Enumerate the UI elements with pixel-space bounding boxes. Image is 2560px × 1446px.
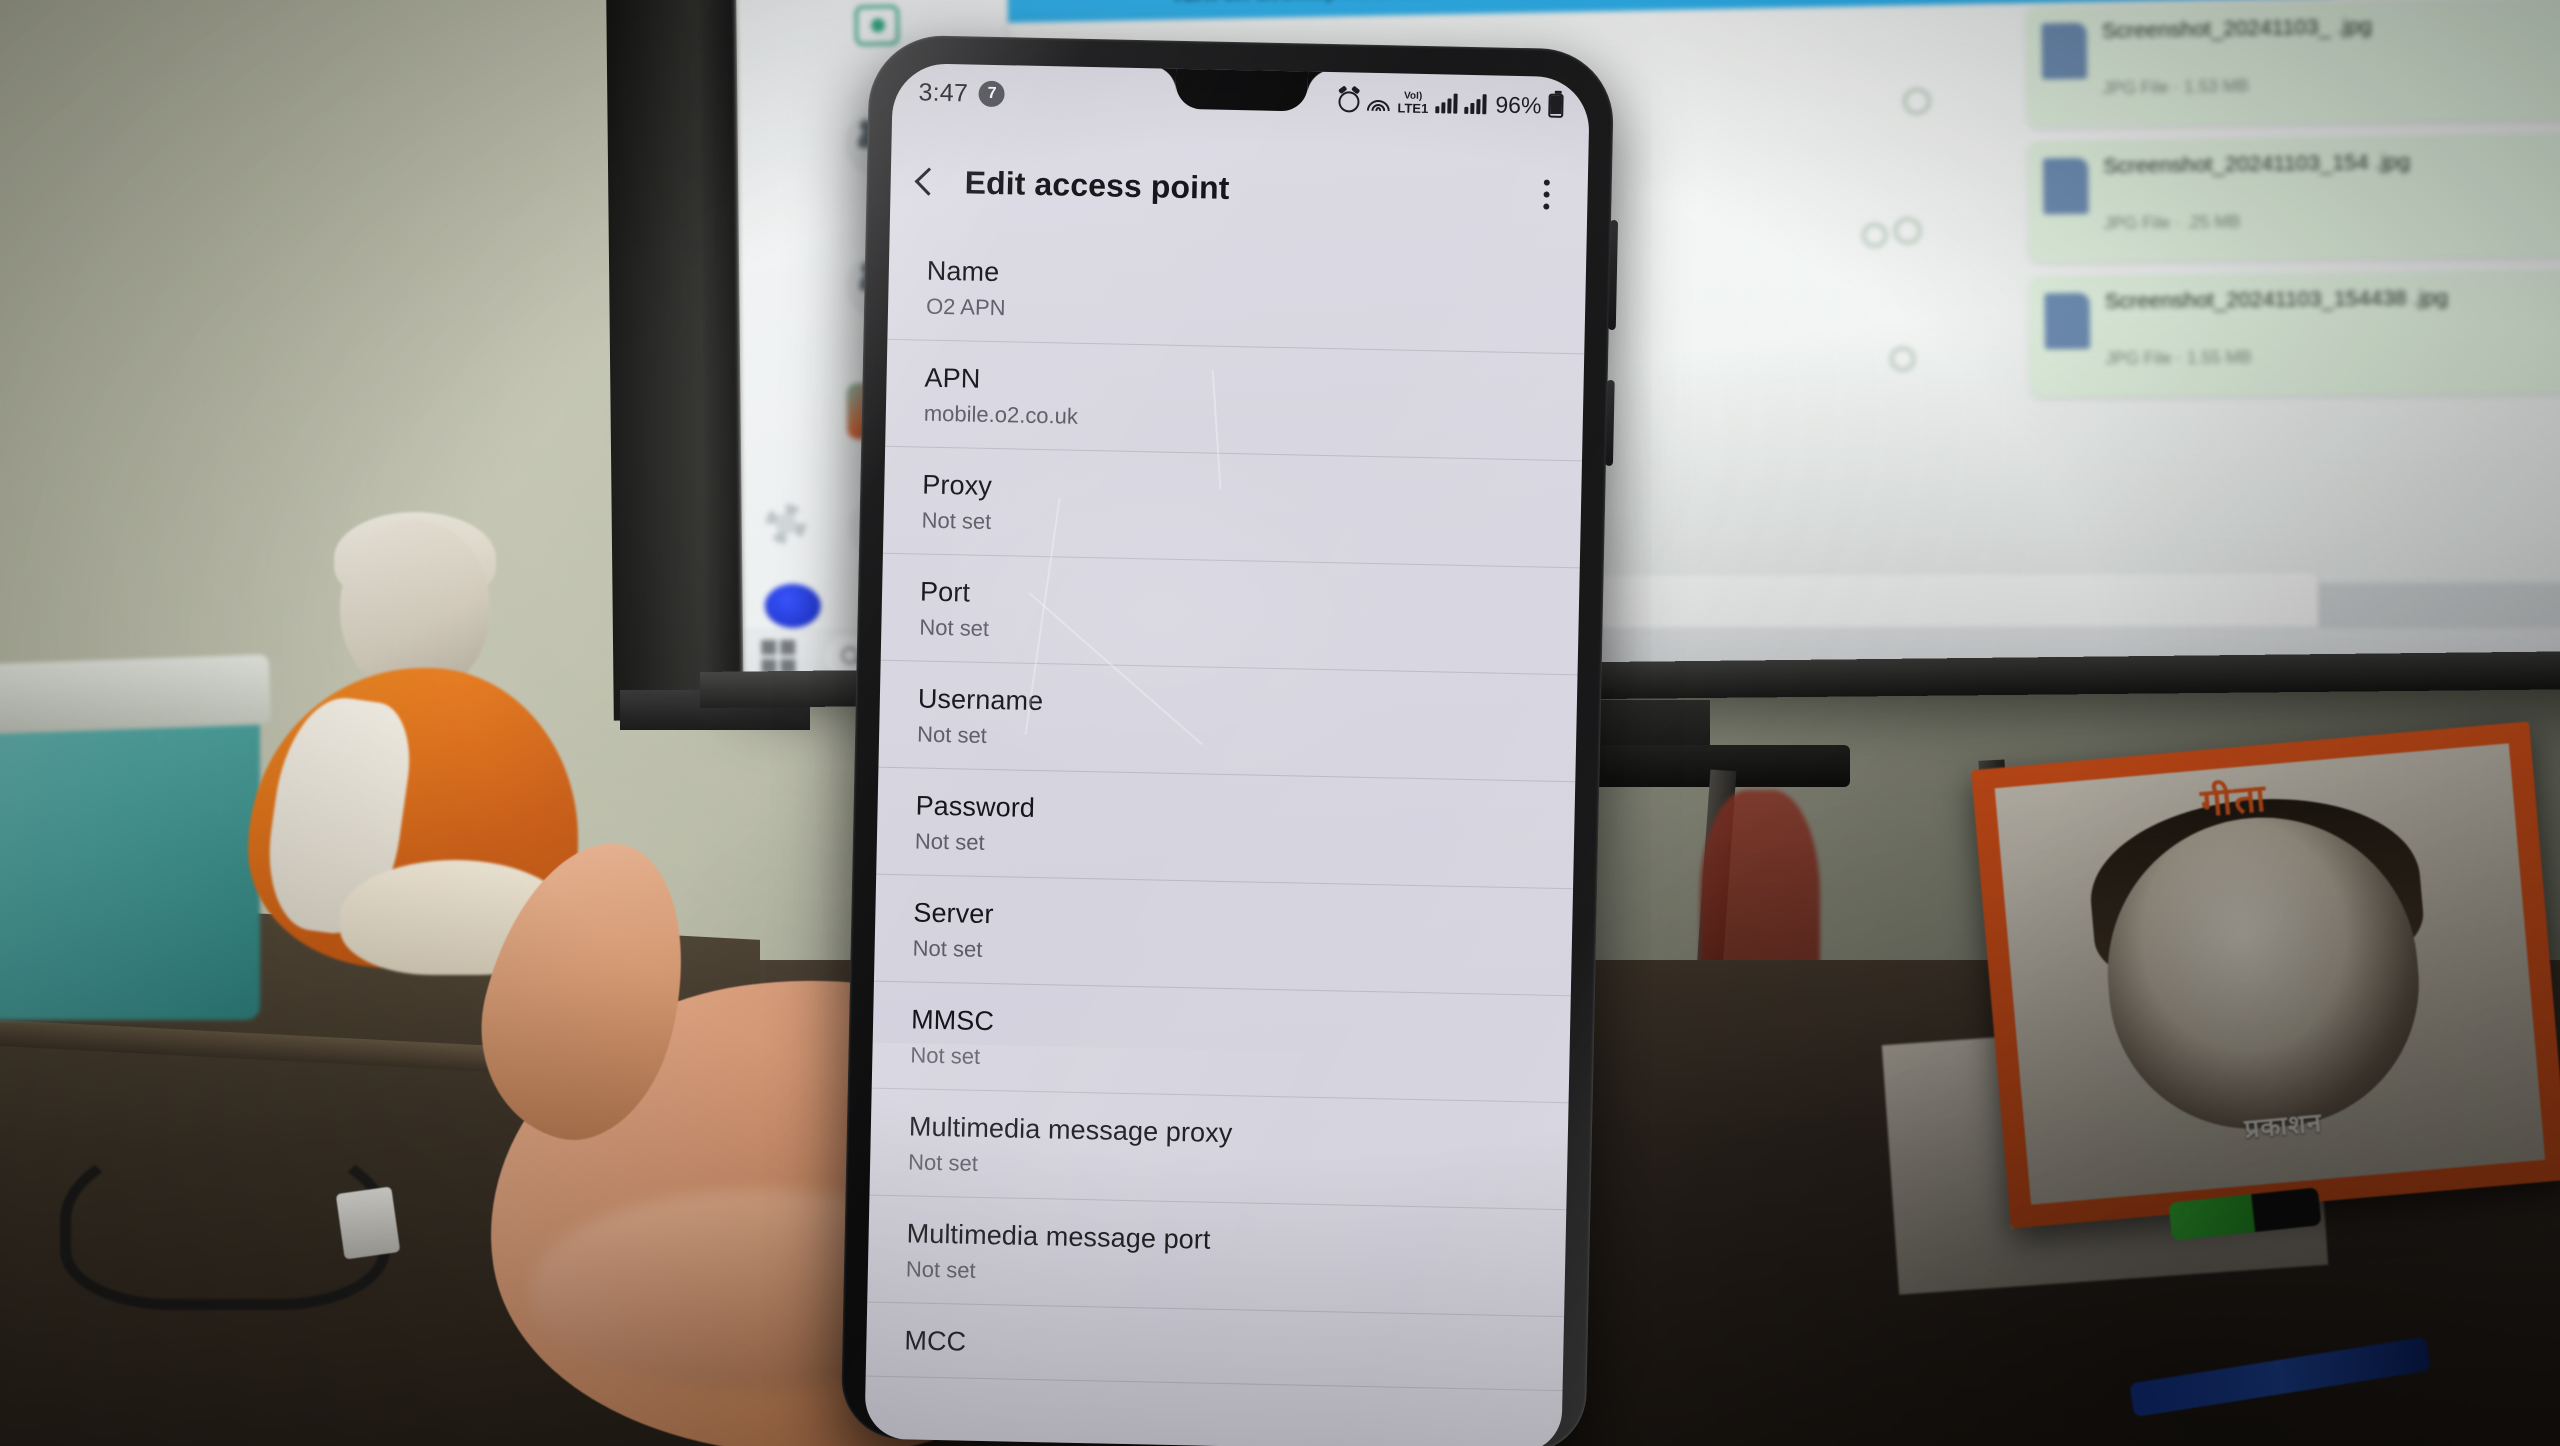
volte-icon: VoI) LTE1	[1397, 90, 1429, 116]
more-options-icon[interactable]	[1533, 177, 1560, 212]
status-bar-right: VoI) LTE1 96%	[1338, 88, 1564, 120]
phone-screen: 3:47 7 VoI) LTE1 96% Edit access point N…	[864, 62, 1591, 1446]
status-bar: 3:47 7 VoI) LTE1 96%	[892, 63, 1590, 136]
setting-row-apn[interactable]: APN mobile.o2.co.uk	[885, 339, 1585, 462]
smartphone: 3:47 7 VoI) LTE1 96% Edit access point N…	[840, 34, 1619, 1446]
row-label: Multimedia message port	[906, 1218, 1211, 1255]
notification-count-badge: 7	[978, 80, 1006, 108]
setting-row-mms-port[interactable]: Multimedia message port Not set	[867, 1195, 1567, 1318]
volte-label: LTE1	[1397, 99, 1429, 116]
row-value: Not set	[916, 721, 988, 748]
row-value: Not set	[912, 935, 983, 962]
row-label: Username	[917, 683, 1044, 717]
row-value: Not set	[910, 1042, 981, 1069]
setting-row-mcc[interactable]: MCC	[865, 1302, 1565, 1392]
setting-row-username[interactable]: Username Not set	[878, 660, 1578, 783]
page-title: Edit access point	[964, 163, 1230, 206]
setting-row-mmsc[interactable]: MMSC Not set	[871, 981, 1571, 1104]
row-label: MMSC	[910, 1004, 995, 1037]
setting-row-proxy[interactable]: Proxy Not set	[882, 446, 1582, 569]
setting-row-server[interactable]: Server Not set	[873, 874, 1574, 997]
setting-row-port[interactable]: Port Not set	[880, 553, 1580, 676]
row-value: Not set	[905, 1256, 976, 1283]
setting-row-password[interactable]: Password Not set	[876, 767, 1576, 890]
row-value: O2 APN	[925, 293, 1006, 321]
row-label: Name	[926, 255, 1000, 288]
back-chevron-icon[interactable]	[914, 167, 943, 196]
signal-bars-icon	[1435, 93, 1458, 114]
row-value: mobile.o2.co.uk	[923, 400, 1079, 429]
wifi-icon	[1366, 93, 1391, 112]
app-bar: Edit access point	[890, 135, 1589, 242]
row-value: Not set	[914, 828, 985, 855]
clock: 3:47	[918, 77, 969, 107]
battery-percent: 96%	[1495, 90, 1542, 118]
signal-bars-icon	[1464, 94, 1487, 115]
row-label: Port	[919, 576, 971, 608]
row-label: APN	[924, 362, 981, 394]
row-value: Not set	[919, 614, 990, 641]
battery-icon	[1548, 93, 1564, 118]
photo-scene: Turn on desktop notifications › Screensh…	[0, 0, 2560, 1446]
row-label: Multimedia message proxy	[908, 1111, 1233, 1149]
setting-row-mms-proxy[interactable]: Multimedia message proxy Not set	[869, 1088, 1569, 1211]
row-label: Proxy	[922, 469, 993, 502]
row-value: Not set	[921, 507, 992, 535]
setting-row-name[interactable]: Name O2 APN	[887, 232, 1587, 355]
row-value: Not set	[907, 1149, 979, 1176]
row-label: Server	[913, 897, 994, 930]
apn-settings-list[interactable]: Name O2 APN APN mobile.o2.co.uk Proxy No…	[864, 232, 1587, 1446]
row-label: MCC	[904, 1325, 967, 1357]
row-label: Password	[915, 790, 1036, 823]
status-bar-left: 3:47 7	[918, 77, 1006, 109]
alarm-icon	[1338, 90, 1360, 113]
